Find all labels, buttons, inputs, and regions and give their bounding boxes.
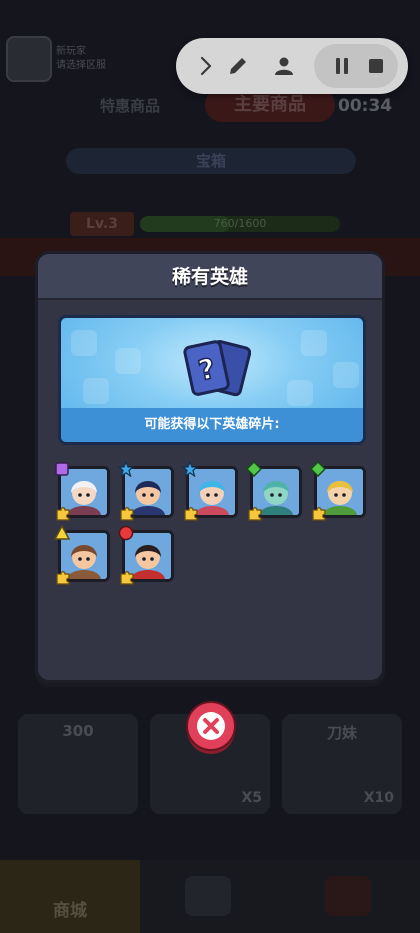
puzzle-piece-icon: [247, 505, 263, 521]
puzzle-piece-icon: [311, 505, 327, 521]
rare-hero-dialog: 稀有英雄 ? 可能获得以下英雄碎片:: [35, 251, 385, 683]
tab-special-offers[interactable]: 特惠商品: [100, 95, 190, 121]
bottom-navigation: 商城: [0, 860, 420, 933]
hero-portrait-white-hair-hero[interactable]: [55, 462, 110, 521]
hero-portrait-bandana-hero[interactable]: [118, 525, 174, 585]
hero-portrait-dragon-hero[interactable]: [245, 460, 302, 521]
pause-icon[interactable]: [326, 50, 358, 82]
rarity-blue-star-icon: [181, 460, 199, 478]
nav-heroes-icon[interactable]: [185, 876, 231, 916]
puzzle-piece-icon: [119, 569, 135, 585]
hero-portrait-blue-hair-hero[interactable]: [181, 460, 238, 521]
product-card-name: 刀妹: [326, 724, 357, 742]
hero-portrait-wizard-hero[interactable]: [117, 460, 174, 521]
chevron-right-icon[interactable]: [190, 50, 222, 82]
screen-recorder-toolbar: [176, 38, 408, 94]
rarity-blue-star-icon: [117, 460, 135, 478]
product-card-count: X10: [363, 790, 394, 806]
hero-portrait-cowboy-hero[interactable]: [53, 524, 110, 585]
puzzle-piece-icon: [55, 569, 71, 585]
player-name: 新玩家: [56, 46, 86, 57]
puzzle-piece-icon: [119, 505, 135, 521]
close-icon: [186, 701, 236, 754]
hero-portrait-leaf-hero[interactable]: [309, 460, 366, 521]
banner-caption: 可能获得以下英雄碎片:: [61, 408, 363, 442]
puzzle-piece-icon: [183, 505, 199, 521]
product-card-count: X5: [241, 790, 262, 806]
puzzle-piece-icon: [55, 505, 71, 521]
dialog-header: 稀有英雄: [38, 254, 382, 300]
rarity-yellow-triangle-icon: [53, 524, 71, 541]
pencil-icon[interactable]: [222, 50, 254, 82]
player-avatar[interactable]: [6, 36, 52, 82]
hero-shard-banner: ? 可能获得以下英雄碎片:: [58, 315, 366, 445]
nav-shop[interactable]: 商城: [0, 860, 140, 933]
nav-shop-label: 商城: [53, 901, 87, 921]
close-button[interactable]: [183, 700, 239, 756]
section-title-chest: 宝箱: [66, 148, 356, 174]
nav-battle-icon[interactable]: [325, 876, 371, 916]
shop-level-row: Lv.3 760/1600: [70, 212, 350, 236]
xp-progress-text: 760/1600: [213, 217, 267, 230]
hero-list: [53, 460, 378, 586]
product-card-price: 300: [62, 722, 94, 740]
rarity-purple-square-icon: [54, 461, 70, 477]
rarity-red-circle-icon: [118, 525, 134, 541]
mystery-cards-icon: ?: [183, 339, 251, 397]
stop-icon[interactable]: [360, 50, 392, 82]
session-timer: 00:34: [338, 96, 393, 116]
person-icon[interactable]: [268, 50, 300, 82]
level-badge: Lv.3: [70, 212, 134, 236]
dialog-title: 稀有英雄: [171, 266, 248, 288]
rarity-green-diamond-icon: [245, 460, 263, 478]
rarity-green-diamond-icon: [309, 460, 327, 478]
product-card-3[interactable]: 刀妹 X10: [282, 714, 402, 814]
player-server: 请选择区服: [56, 60, 106, 71]
product-card-1[interactable]: 300: [18, 714, 138, 814]
